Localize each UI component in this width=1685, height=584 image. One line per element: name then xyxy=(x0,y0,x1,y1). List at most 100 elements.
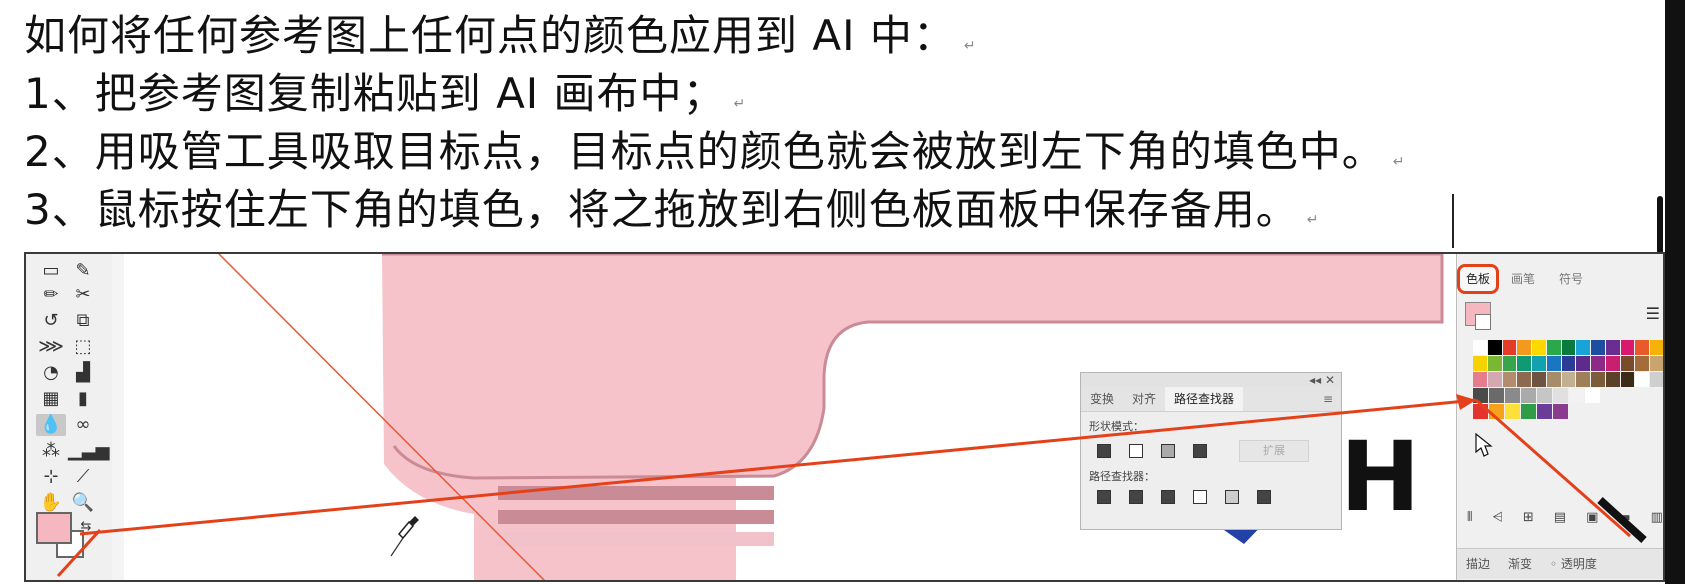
color-swatch[interactable] xyxy=(1489,388,1504,403)
expand-button[interactable]: 扩展 xyxy=(1239,440,1309,462)
brush-icon[interactable]: ✎ xyxy=(68,260,98,282)
color-swatch[interactable] xyxy=(1546,340,1561,355)
color-swatch[interactable] xyxy=(1532,372,1546,387)
mesh-icon[interactable]: ▦ xyxy=(36,388,66,410)
color-swatch[interactable] xyxy=(1517,356,1532,371)
color-swatch[interactable] xyxy=(1553,404,1568,419)
hand-icon[interactable]: ✋ xyxy=(36,492,66,514)
column-graph-icon[interactable]: ▁▃▅ xyxy=(68,440,110,462)
swatch-grid[interactable] xyxy=(1473,340,1663,420)
color-swatch[interactable] xyxy=(1569,388,1584,403)
scissors-icon[interactable]: ✂ xyxy=(68,284,98,306)
exclude-button[interactable] xyxy=(1193,444,1207,458)
trim-button[interactable] xyxy=(1129,490,1143,504)
color-swatch[interactable] xyxy=(1521,404,1536,419)
eyedropper-icon[interactable]: 💧 xyxy=(36,414,66,436)
swatch-library-icon[interactable]: ⫴ xyxy=(1467,510,1472,525)
color-swatch[interactable] xyxy=(1517,372,1532,387)
color-swatch[interactable] xyxy=(1650,340,1663,355)
color-swatch[interactable] xyxy=(1473,388,1488,403)
crop-button[interactable] xyxy=(1193,490,1207,504)
color-swatch[interactable] xyxy=(1635,372,1650,387)
color-swatch[interactable] xyxy=(1605,372,1620,387)
perspective-grid-icon[interactable]: ▟ xyxy=(68,362,98,384)
color-swatch[interactable] xyxy=(1620,356,1635,371)
folder-icon[interactable]: ▬ xyxy=(1618,510,1630,525)
minus-back-button[interactable] xyxy=(1257,490,1271,504)
tab-symbols[interactable]: 符号 xyxy=(1547,267,1595,291)
color-swatch[interactable] xyxy=(1487,356,1502,371)
color-swatch[interactable] xyxy=(1517,340,1532,355)
artboard-icon[interactable]: ⊹ xyxy=(36,466,66,488)
minus-front-button[interactable] xyxy=(1129,444,1143,458)
color-swatch[interactable] xyxy=(1505,388,1520,403)
color-swatch[interactable] xyxy=(1605,340,1620,355)
tab-pathfinder[interactable]: 路径查找器 xyxy=(1165,387,1244,411)
swatch-options-icon[interactable]: ⊞ xyxy=(1523,510,1534,525)
new-swatch-icon[interactable]: ▣ xyxy=(1586,510,1598,525)
slice-icon[interactable]: ⟋ xyxy=(68,466,98,488)
color-swatch[interactable] xyxy=(1473,372,1487,387)
color-swatch[interactable] xyxy=(1473,340,1487,355)
swatches-menu-icon[interactable]: ☰ xyxy=(1646,304,1660,323)
tab-brushes[interactable]: 画笔 xyxy=(1499,267,1547,291)
color-swatch[interactable] xyxy=(1591,372,1605,387)
color-swatch[interactable] xyxy=(1473,404,1488,419)
color-swatch[interactable] xyxy=(1576,356,1591,371)
color-swatch[interactable] xyxy=(1591,340,1605,355)
tab-align[interactable]: 对齐 xyxy=(1123,387,1165,411)
pencil-icon[interactable]: ✏ xyxy=(36,284,66,306)
color-swatch[interactable] xyxy=(1585,388,1600,403)
color-swatch[interactable] xyxy=(1635,340,1650,355)
tab-transparency[interactable]: ◦ 透明度 xyxy=(1541,549,1606,579)
color-swatch[interactable] xyxy=(1650,372,1663,387)
zoom-icon[interactable]: 🔍 xyxy=(68,492,98,514)
color-swatch[interactable] xyxy=(1502,356,1517,371)
color-swatch[interactable] xyxy=(1546,372,1561,387)
gradient-icon[interactable]: ▮ xyxy=(68,388,98,410)
show-kinds-icon[interactable]: ⩤ xyxy=(1492,510,1502,525)
color-swatch[interactable] xyxy=(1561,340,1576,355)
color-swatch[interactable] xyxy=(1546,356,1561,371)
scrollbar-thumb[interactable] xyxy=(1657,196,1663,254)
color-swatch[interactable] xyxy=(1537,404,1552,419)
tab-stroke[interactable]: 描边 xyxy=(1457,549,1499,579)
color-swatch[interactable] xyxy=(1532,340,1546,355)
color-swatch[interactable] xyxy=(1502,372,1517,387)
color-swatch[interactable] xyxy=(1502,340,1517,355)
color-swatch[interactable] xyxy=(1561,372,1576,387)
merge-button[interactable] xyxy=(1161,490,1175,504)
color-swatch[interactable] xyxy=(1620,372,1635,387)
fill-swatch[interactable] xyxy=(36,512,72,544)
rotate-icon[interactable]: ↺ xyxy=(36,310,66,332)
color-swatch[interactable] xyxy=(1561,356,1576,371)
color-swatch[interactable] xyxy=(1521,388,1536,403)
color-swatch[interactable] xyxy=(1576,372,1591,387)
symbol-sprayer-icon[interactable]: ⁂ xyxy=(36,440,66,462)
outline-button[interactable] xyxy=(1225,490,1239,504)
panel-stroke-indicator[interactable] xyxy=(1475,314,1491,330)
color-swatch[interactable] xyxy=(1473,356,1487,371)
free-transform-icon[interactable]: ⬚ xyxy=(68,336,98,358)
panel-menu-icon[interactable]: ≡ xyxy=(1323,387,1341,411)
rectangle-tool-icon[interactable]: ▭ xyxy=(36,260,66,282)
panel-controls[interactable]: ◂◂ ✕ xyxy=(1081,373,1341,387)
color-swatch[interactable] xyxy=(1635,356,1650,371)
width-icon[interactable]: ⋙ xyxy=(36,336,66,358)
color-swatch[interactable] xyxy=(1487,372,1502,387)
color-swatch[interactable] xyxy=(1505,404,1520,419)
divide-button[interactable] xyxy=(1097,490,1111,504)
new-color-group-icon[interactable]: ▤ xyxy=(1554,510,1566,525)
intersect-button[interactable] xyxy=(1161,444,1175,458)
color-swatch[interactable] xyxy=(1576,340,1591,355)
color-swatch[interactable] xyxy=(1532,356,1546,371)
color-swatch[interactable] xyxy=(1487,340,1502,355)
color-swatch[interactable] xyxy=(1537,388,1552,403)
tab-transform[interactable]: 变换 xyxy=(1081,387,1123,411)
color-swatch[interactable] xyxy=(1650,356,1663,371)
tab-swatches[interactable]: 色板 xyxy=(1457,264,1500,294)
color-swatch[interactable] xyxy=(1605,356,1620,371)
artboard-canvas[interactable]: H ◂◂ ✕ 变换 对齐 路径查找器 ≡ 形状模式： 扩展 路径查找器： xyxy=(124,254,1456,580)
shape-builder-icon[interactable]: ◔ xyxy=(36,362,66,384)
blend-icon[interactable]: ∞ xyxy=(68,414,98,436)
